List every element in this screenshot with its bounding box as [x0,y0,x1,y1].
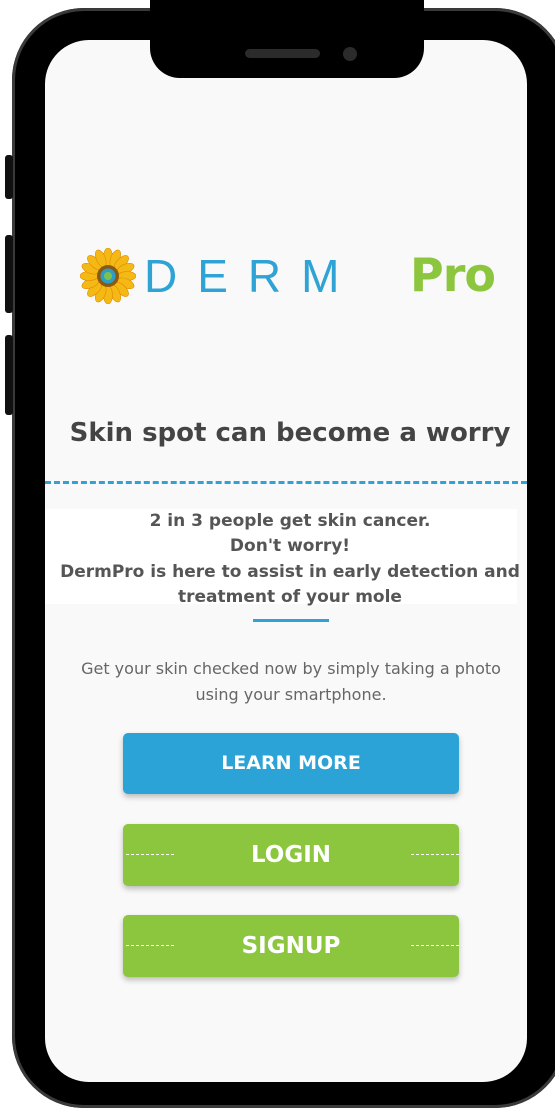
accent-underline [253,619,329,622]
page-title: Skin spot can become a worry [69,418,511,448]
button-dash-decoration [126,945,174,946]
signup-label: SIGNUP [241,933,341,959]
phone-notch [150,0,424,78]
button-dash-decoration [411,945,459,946]
phone-volume-up-button [5,235,13,313]
login-label: LOGIN [250,842,332,868]
camera-icon [343,47,357,61]
section-divider [45,481,527,484]
phone-side-button [5,155,13,199]
button-dash-decoration [411,854,459,855]
signup-button[interactable]: SIGNUP [123,915,459,977]
speaker-icon [245,49,320,58]
info-line-statistic: 2 in 3 people get skin cancer. [149,511,431,531]
info-line-reassurance: Don't worry! [229,536,351,556]
sunflower-icon [80,248,136,304]
dermpro-logo: DERM Pro [80,246,520,306]
info-line-purpose-cont: treatment of your mole [178,587,402,607]
logo-derm-text: DERM [144,250,360,302]
phone-volume-down-button [5,335,13,415]
login-button[interactable]: LOGIN [123,824,459,886]
learn-more-button[interactable]: LEARN MORE [123,733,459,794]
button-dash-decoration [126,854,174,855]
logo-pro-text: Pro [410,248,496,302]
learn-more-label: LEARN MORE [221,752,361,774]
description-text: Get your skin checked now by simply taki… [81,659,501,704]
info-line-purpose: DermPro is here to assist in early detec… [60,562,520,582]
